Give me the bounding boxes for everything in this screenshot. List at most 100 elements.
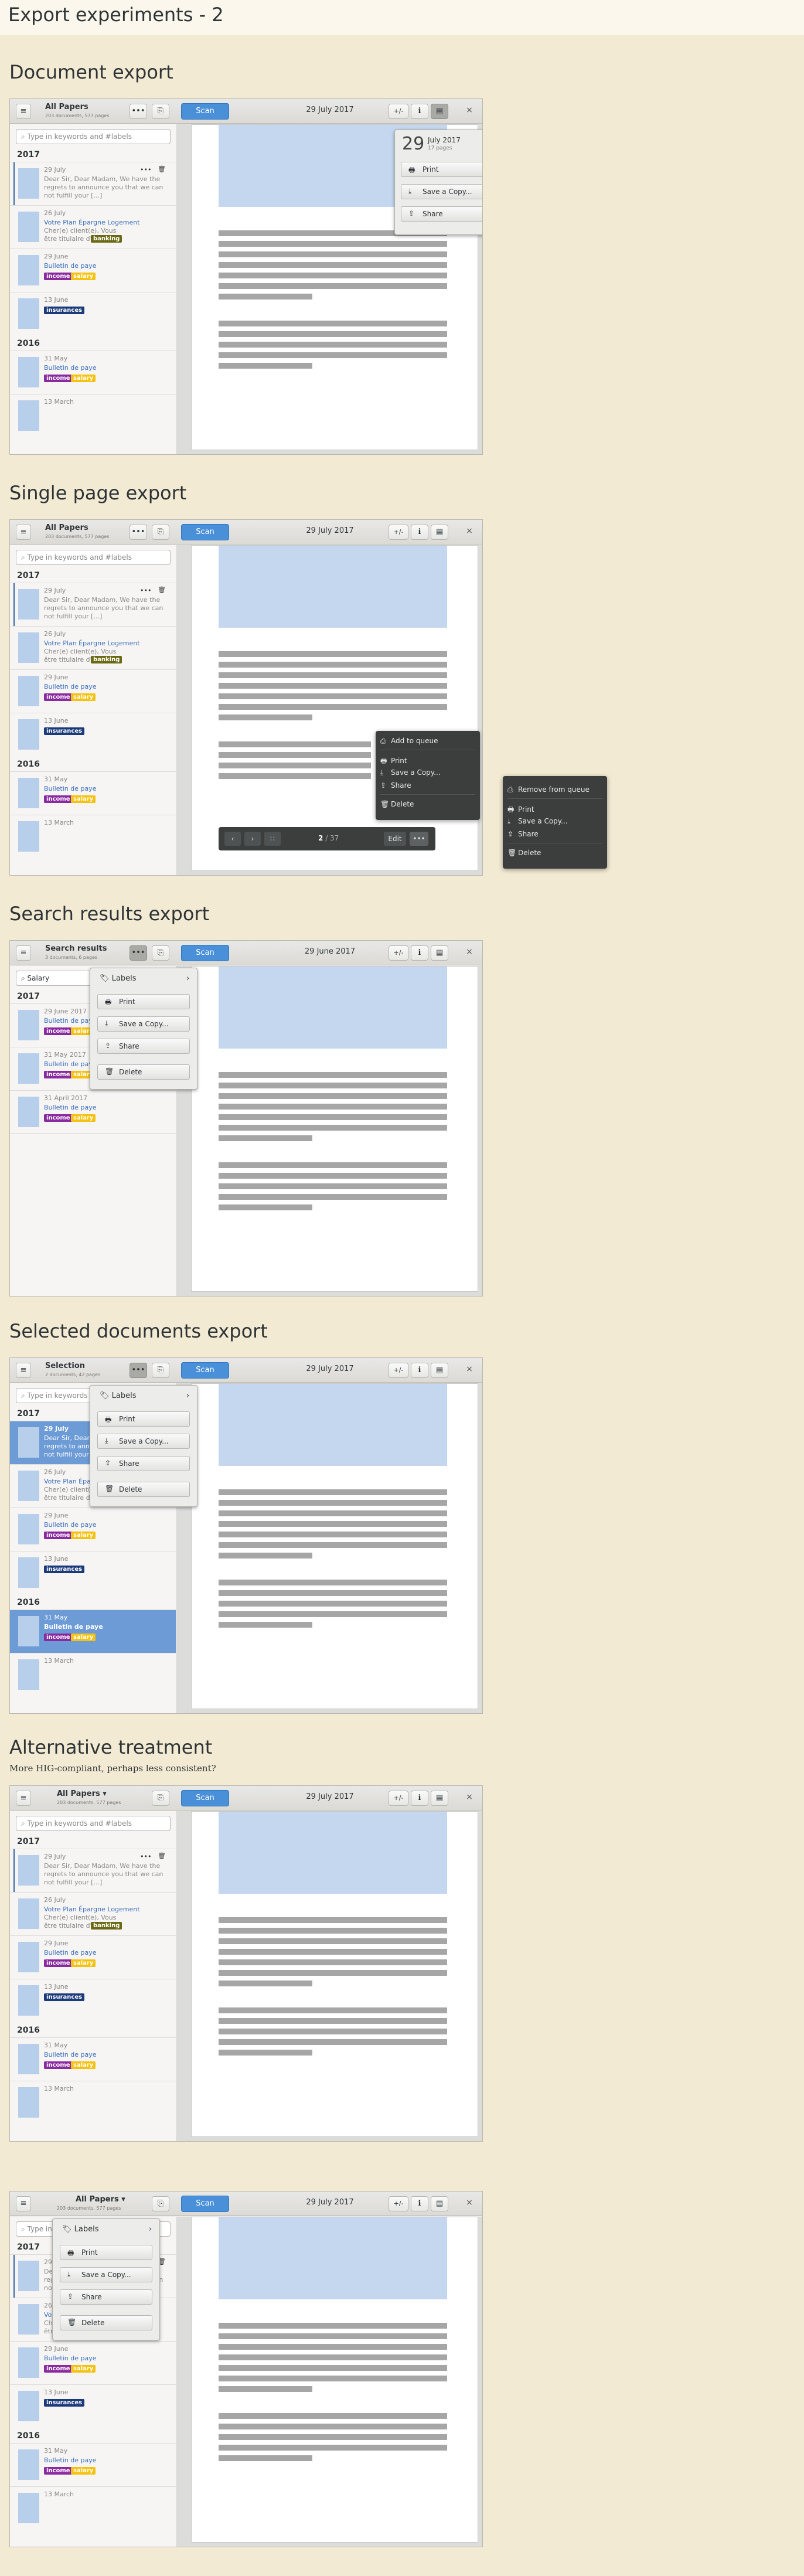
list-item[interactable]: 13 June insurances — [10, 1551, 176, 1594]
search-input[interactable]: ⌕ Type in keywords and #labels — [16, 129, 171, 144]
info-button[interactable]: ℹ — [411, 525, 428, 540]
page-more-button[interactable]: ••• — [410, 832, 428, 846]
share-button[interactable]: ⇪ Share — [401, 206, 482, 222]
menu-button[interactable]: ≡ — [16, 525, 31, 540]
delete-button[interactable]: 🗑 Delete — [60, 2315, 152, 2330]
list-item[interactable]: 29 June Bulletin de paye income salary — [10, 249, 176, 292]
new-document-button[interactable]: ⎘ — [152, 104, 169, 119]
remove-from-queue-item[interactable]: ⎙ Remove from queue — [507, 785, 590, 794]
export-button[interactable]: ▤ — [431, 1363, 448, 1378]
header-title-dropdown[interactable]: All Papers ▾ — [57, 1789, 107, 1798]
info-button[interactable]: ℹ — [411, 945, 428, 961]
export-button[interactable]: ▤ — [431, 104, 448, 119]
info-button[interactable]: ℹ — [411, 1791, 428, 1806]
next-page-button[interactable]: › — [244, 832, 261, 846]
trash-icon[interactable]: 🗑 — [158, 586, 166, 594]
list-item[interactable]: 31 May Bulletin de paye income salary — [10, 2443, 176, 2486]
close-icon[interactable]: × — [464, 526, 475, 536]
more-button[interactable]: ••• — [130, 525, 147, 540]
scan-button[interactable]: Scan — [181, 103, 229, 120]
print-button[interactable]: 🖶 Print — [97, 1411, 190, 1427]
menu-button[interactable]: ≡ — [16, 1791, 31, 1806]
zoom-button[interactable]: +/- — [389, 945, 408, 961]
header-title-dropdown[interactable]: All Papers ▾ — [76, 2195, 125, 2204]
search-input[interactable]: ⌕ Type in keywords and #labels — [16, 1816, 171, 1831]
list-item[interactable]: 31 May Bulletin de paye income salary — [10, 351, 176, 394]
list-item[interactable]: 29 July Dear Sir, Dear Madam, We have the… — [10, 583, 176, 627]
more-icon[interactable]: ••• — [140, 166, 151, 173]
close-icon[interactable]: × — [464, 2198, 475, 2207]
delete-item[interactable]: 🗑 Delete — [507, 849, 541, 857]
delete-button[interactable]: 🗑 Delete — [97, 1064, 190, 1080]
info-button[interactable]: ℹ — [411, 2196, 428, 2211]
new-document-button[interactable]: ⎘ — [152, 1363, 169, 1378]
export-button[interactable]: ▤ — [431, 945, 448, 961]
scan-button[interactable]: Scan — [181, 1362, 229, 1379]
share-item[interactable]: ⇪ Share — [507, 830, 539, 838]
scan-button[interactable]: Scan — [181, 2196, 229, 2212]
trash-icon[interactable]: 🗑 — [158, 165, 166, 173]
list-item[interactable]: 31 April 2017 Bulletin de paye income salar… — [10, 1090, 176, 1134]
add-to-queue-item[interactable]: ⎙ Add to queue — [380, 737, 438, 746]
save-copy-button[interactable]: ⤓ Save a Copy... — [401, 184, 482, 199]
search-input[interactable]: ⌕ Type in keywords and #labels — [16, 550, 171, 565]
zoom-button[interactable]: +/- — [389, 1363, 408, 1378]
menu-button[interactable]: ≡ — [16, 1363, 31, 1378]
menu-button[interactable]: ≡ — [16, 945, 31, 961]
zoom-button[interactable]: +/- — [389, 2196, 408, 2211]
more-icon[interactable]: ••• — [140, 1853, 151, 1860]
new-document-button[interactable]: ⎘ — [152, 525, 169, 540]
delete-button[interactable]: 🗑 Delete — [97, 1482, 190, 1497]
print-item[interactable]: 🖶 Print — [380, 756, 407, 768]
list-item[interactable]: 13 June insurances — [10, 713, 176, 756]
trash-icon[interactable]: 🗑 — [158, 1852, 166, 1860]
share-button[interactable]: ⇪ Share — [60, 2289, 152, 2305]
new-document-button[interactable]: ⎘ — [152, 945, 169, 961]
close-icon[interactable]: × — [464, 1364, 475, 1374]
scan-button[interactable]: Scan — [181, 945, 229, 961]
list-item[interactable]: 26 JulyVotre Plan Épargne LogementCher(e… — [10, 205, 176, 249]
share-button[interactable]: ⇪ Share — [97, 1039, 190, 1054]
scan-button[interactable]: Scan — [181, 1790, 229, 1806]
list-item[interactable]: 13 March — [10, 815, 176, 858]
close-icon[interactable]: × — [464, 947, 475, 957]
list-item[interactable]: 13 March — [10, 2486, 176, 2530]
close-icon[interactable]: × — [464, 106, 475, 115]
menu-button[interactable]: ≡ — [16, 104, 31, 119]
share-item[interactable]: ⇪ Share — [380, 781, 411, 790]
info-button[interactable]: ℹ — [411, 104, 428, 119]
save-copy-button[interactable]: ⤓ Save a Copy... — [97, 1016, 190, 1032]
list-item[interactable]: 29 June Bulletin de paye income salary — [10, 1935, 176, 1979]
list-item[interactable]: 29 June Bulletin de paye income salary — [10, 2341, 176, 2384]
share-button[interactable]: ⇪ Share — [97, 1456, 190, 1471]
labels-menu-item[interactable]: 🏷 Labels — [100, 1391, 136, 1400]
more-button[interactable]: ••• — [130, 104, 147, 119]
new-document-button[interactable]: ⎘ — [152, 2196, 169, 2211]
more-icon[interactable]: ••• — [140, 587, 151, 594]
list-item[interactable]: 29 July Dear Sir, Dear Madam, We have the… — [10, 1849, 176, 1893]
list-item[interactable]: 31 May Bulletin de paye income salary — [10, 2037, 176, 2081]
list-item[interactable]: 26 JulyVotre Plan Épargne LogementCher(e… — [10, 1892, 176, 1935]
list-item-selected[interactable]: 31 May Bulletin de paye income salary — [10, 1609, 176, 1653]
save-copy-button[interactable]: ⤓ Save a Copy... — [97, 1434, 190, 1449]
list-item[interactable]: 29 June Bulletin de paye income salary — [10, 669, 176, 713]
new-document-button[interactable]: ⎘ — [152, 1791, 169, 1806]
info-button[interactable]: ℹ — [411, 1363, 428, 1378]
delete-item[interactable]: 🗑 Delete — [380, 800, 414, 808]
list-item[interactable]: 13 June insurances — [10, 2384, 176, 2428]
list-item[interactable]: 31 May Bulletin de paye income salary — [10, 771, 176, 815]
zoom-button[interactable]: +/- — [389, 525, 408, 540]
labels-menu-item[interactable]: 🏷 Labels — [62, 2225, 98, 2234]
save-copy-button[interactable]: ⤓ Save a Copy... — [60, 2267, 152, 2282]
zoom-button[interactable]: +/- — [389, 1791, 408, 1806]
list-item[interactable]: 13 March — [10, 1653, 176, 1696]
zoom-button[interactable]: +/- — [389, 104, 408, 119]
labels-menu-item[interactable]: 🏷 Labels — [100, 974, 136, 983]
print-button[interactable]: 🖶 Print — [401, 162, 482, 177]
close-icon[interactable]: × — [464, 1792, 475, 1802]
export-button[interactable]: ▤ — [431, 525, 448, 540]
menu-button[interactable]: ≡ — [16, 2196, 31, 2211]
list-item[interactable]: 13 June insurances — [10, 292, 176, 335]
print-item[interactable]: 🖶 Print — [507, 804, 534, 816]
grid-view-button[interactable]: ∷ — [264, 832, 281, 846]
